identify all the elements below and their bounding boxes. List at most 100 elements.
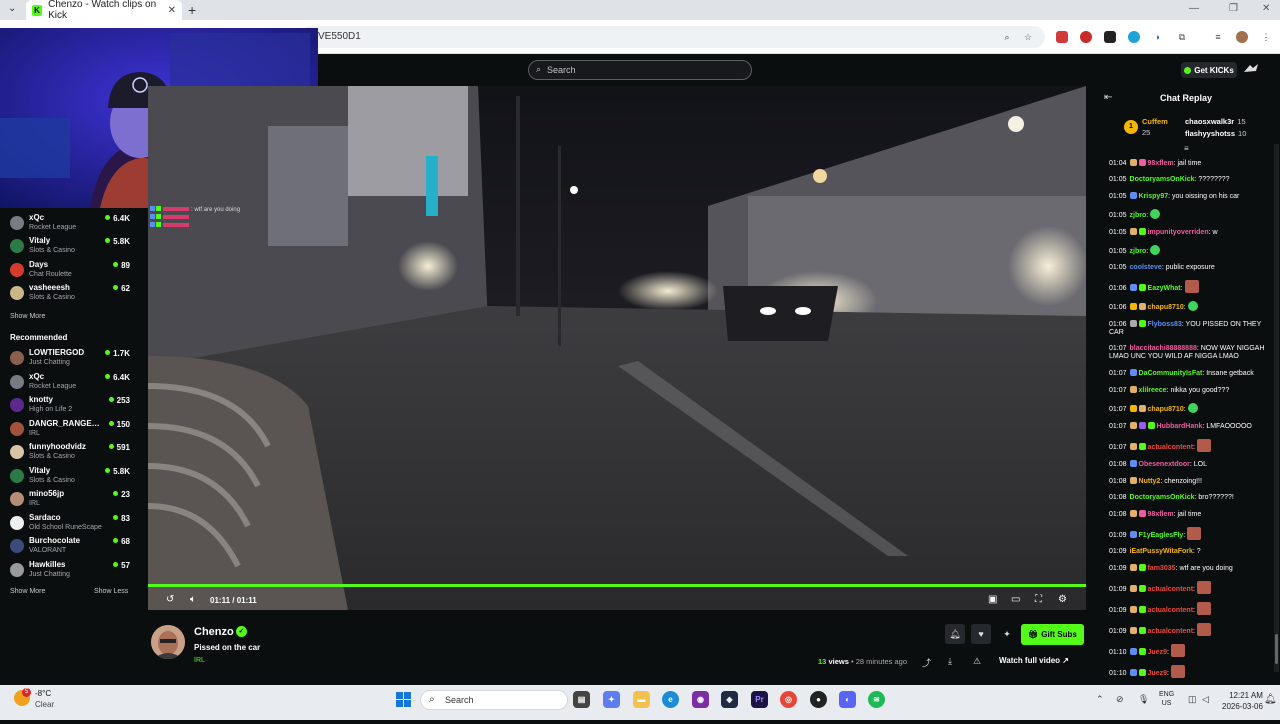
chrome-icon[interactable]: ◎ — [780, 691, 797, 708]
tab-close-icon[interactable]: ✕ — [168, 5, 176, 16]
chat-username[interactable]: Juez9 — [1148, 649, 1167, 656]
extension-icon[interactable] — [1104, 31, 1116, 43]
gift-subs-button[interactable]: 🎁︎ Gift Subs — [1021, 624, 1084, 645]
new-tab-button[interactable]: + — [188, 2, 196, 18]
share-icon[interactable]: ⤴ — [922, 656, 931, 669]
chat-username[interactable]: DoctoryamsOnKick — [1130, 494, 1195, 501]
report-warning-icon[interactable]: ⚠ — [973, 656, 981, 667]
sidebar-channel[interactable]: Burchocolate VALORANT 68 — [8, 536, 130, 558]
extension-icon[interactable] — [1080, 31, 1092, 43]
spotify-icon[interactable]: ≋ — [868, 691, 885, 708]
chat-username[interactable]: coolsteve — [1130, 264, 1162, 271]
chat-scrollbar[interactable] — [1274, 144, 1279, 672]
chat-username[interactable]: Flyboss83 — [1148, 321, 1182, 328]
chat-username[interactable]: F1yEaglesFly — [1139, 532, 1184, 539]
chat-username[interactable]: HubbardHank — [1157, 423, 1203, 430]
sidebar-channel[interactable]: Vitaly Slots & Casino 5.8K — [8, 466, 130, 488]
top-gifter-name[interactable]: Cuffem — [1142, 117, 1168, 126]
sidebar-channel[interactable]: DANGR_RANGER1... IRL 150 — [8, 419, 130, 441]
chat-username[interactable]: Nutty2 — [1139, 478, 1161, 485]
input-language[interactable]: ENG US — [1159, 690, 1174, 708]
app-icon[interactable]: ◉ — [692, 691, 709, 708]
app-icon[interactable]: ● — [810, 691, 827, 708]
tab-search-button[interactable]: ⌄ — [8, 3, 16, 14]
settings-icon[interactable]: ⚙ — [1058, 594, 1067, 605]
chat-username[interactable]: Krispy97 — [1139, 193, 1169, 200]
chat-username[interactable]: chapu8710 — [1148, 406, 1184, 413]
chat-username[interactable]: zjbro — [1130, 212, 1147, 219]
chat-username[interactable]: fam3035 — [1148, 565, 1176, 572]
streamer-avatar[interactable] — [151, 625, 185, 659]
window-close-button[interactable]: ✕ — [1262, 3, 1270, 14]
profile-avatar[interactable] — [1236, 31, 1248, 43]
network-icon[interactable]: ⊘ — [1116, 694, 1124, 705]
volume-icon[interactable]: 🔈︎ — [190, 594, 196, 605]
extensions-puzzle-icon[interactable]: ⧉ — [1176, 31, 1188, 43]
windows-start-icon[interactable] — [396, 692, 412, 708]
chat-username[interactable]: impunityoverriden — [1148, 229, 1209, 236]
fullscreen-icon[interactable]: ⛶ — [1035, 594, 1042, 605]
chat-username[interactable]: DaCommunityIsFat — [1139, 370, 1203, 377]
url-field[interactable]: VE550D1 — [300, 26, 1045, 48]
replay-icon[interactable]: ↺ — [166, 594, 174, 605]
gifter-name[interactable]: chaosxwalk3r 15 — [1185, 117, 1246, 126]
copilot-icon[interactable]: ✦ — [603, 691, 620, 708]
notification-bell-icon[interactable]: 🔔︎ — [945, 624, 965, 644]
sidebar-channel[interactable]: Sardaco Old School RuneScape 83 — [8, 513, 130, 535]
bookmark-star-icon[interactable]: ☆ — [1022, 31, 1034, 43]
chat-username[interactable]: actualcontent — [1148, 586, 1194, 593]
file-explorer-icon[interactable]: ▬ — [633, 691, 650, 708]
notification-bell-icon[interactable]: 🔔︎ — [1264, 694, 1277, 705]
sparkle-icon[interactable]: ✦ — [997, 624, 1017, 644]
window-minimize-button[interactable]: — — [1189, 3, 1199, 14]
gifter-expand-icon[interactable]: ≡ — [1184, 144, 1189, 153]
microphone-icon[interactable]: 🎙︎ — [1138, 694, 1149, 705]
taskbar-search-input[interactable]: ⌕ Search — [420, 690, 568, 710]
show-more-recommended-button[interactable]: Show More — [10, 588, 45, 595]
chat-username[interactable]: 98xflem — [1148, 160, 1174, 167]
premiere-pro-icon[interactable]: Pr — [751, 691, 768, 708]
tray-overflow-icon[interactable]: ⌃ — [1096, 694, 1104, 705]
chat-username[interactable]: Juez9 — [1148, 670, 1167, 677]
clip-category-link[interactable]: IRL — [194, 657, 205, 664]
sidebar-channel[interactable]: mino56jp IRL 23 — [8, 489, 130, 511]
chat-username[interactable]: chapu8710 — [1148, 304, 1184, 311]
chat-username[interactable]: actualcontent — [1148, 444, 1194, 451]
chat-username[interactable]: blaccitachi88888888 — [1130, 345, 1197, 352]
sidebar-channel[interactable]: funnyhoodvidz Slots & Casino 591 — [8, 442, 130, 464]
chat-scrollbar-thumb[interactable] — [1275, 634, 1278, 664]
chat-username[interactable]: actualcontent — [1148, 607, 1194, 614]
video-player[interactable] — [148, 86, 1086, 610]
sidebar-channel[interactable]: Days Chat Roulette 89 — [8, 260, 130, 282]
mini-player-icon[interactable]: ▣ — [988, 594, 997, 605]
gifter-name[interactable]: flashyyshotss 10 — [1185, 129, 1246, 138]
chat-username[interactable]: 98xflem — [1148, 511, 1174, 518]
user-avatar[interactable] — [1242, 62, 1260, 78]
extension-icon[interactable]: ◗ — [1152, 31, 1164, 43]
streamer-name[interactable]: Chenzo — [194, 626, 234, 638]
sidebar-channel[interactable]: xQc Rocket League 6.4K — [8, 372, 130, 394]
sidebar-channel[interactable]: knotty High on Life 2 253 — [8, 395, 130, 417]
follow-heart-icon[interactable]: ♥ — [971, 624, 991, 644]
wifi-icon[interactable]: ◫ — [1188, 694, 1197, 705]
progress-bar[interactable] — [148, 584, 1086, 587]
edge-browser-icon[interactable]: e — [662, 691, 679, 708]
discord-icon[interactable]: ◐ — [839, 691, 856, 708]
chat-username[interactable]: Obesenextdoor — [1139, 461, 1190, 468]
chat-username[interactable]: actualcontent — [1148, 628, 1194, 635]
system-clock[interactable]: 12:21 AM 2026-03-06 — [1222, 690, 1263, 712]
sidebar-channel[interactable]: vasheeesh Slots & Casino 62 — [8, 283, 130, 305]
sidebar-channel[interactable]: LOWTIERGOD Just Chatting 1.7K — [8, 348, 130, 370]
zoom-icon[interactable]: ⌕ — [1001, 31, 1013, 43]
extension-icon[interactable] — [1056, 31, 1068, 43]
volume-icon[interactable]: ◁ — [1202, 694, 1209, 705]
sidebar-channel[interactable]: Hawkilles Just Chatting 57 — [8, 560, 130, 582]
get-kicks-button[interactable]: Get KICKs — [1181, 62, 1237, 78]
media-control-icon[interactable]: ≡ — [1212, 31, 1224, 43]
chat-username[interactable]: xlilreece — [1139, 387, 1167, 394]
browser-menu-icon[interactable]: ⋮ — [1260, 31, 1272, 43]
chat-username[interactable]: DoctoryamsOnKick — [1130, 176, 1195, 183]
chat-username[interactable]: zjbro — [1130, 248, 1147, 255]
theater-mode-icon[interactable]: ▭ — [1011, 594, 1020, 605]
download-icon[interactable]: ⤓ — [948, 656, 952, 667]
